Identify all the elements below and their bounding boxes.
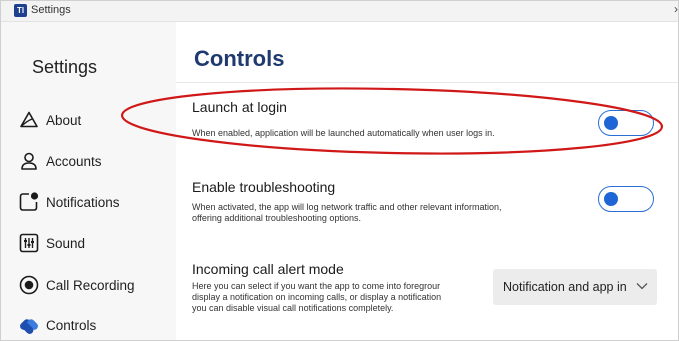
sidebar-item-label: Sound xyxy=(46,235,86,251)
controls-icon xyxy=(18,314,40,336)
setting-enable-troubleshooting-description: When activated, the app will log network… xyxy=(192,202,572,224)
title-bar: Tl Settings › xyxy=(1,1,678,22)
sidebar-item-label: Notifications xyxy=(46,194,120,210)
sidebar-item-label: Controls xyxy=(46,317,97,333)
warning-triangle-icon xyxy=(18,109,40,131)
window-control-chevron-icon[interactable]: › xyxy=(674,2,678,16)
settings-window: Tl Settings › Settings About Accounts No… xyxy=(0,0,679,341)
app-logo-icon: Tl xyxy=(14,4,27,17)
sidebar-item-call-recording[interactable]: Call Recording xyxy=(18,271,168,299)
description-line: When activated, the app will log network… xyxy=(192,202,502,212)
incoming-call-alert-mode-dropdown[interactable]: Notification and app int xyxy=(493,269,657,305)
app-logo-glyph: Tl xyxy=(16,5,25,15)
sidebar-item-notifications[interactable]: Notifications xyxy=(18,188,168,216)
sidebar-item-controls[interactable]: Controls xyxy=(18,311,168,339)
sidebar-title: Settings xyxy=(32,57,98,77)
page-title: Controls xyxy=(194,46,285,71)
description-line: offering additional troubleshooting opti… xyxy=(192,213,361,223)
equalizer-icon xyxy=(18,232,40,254)
setting-incoming-call-alert-mode-label: Incoming call alert mode xyxy=(192,261,344,277)
setting-incoming-call-alert-mode-description: Here you can select if you want the app … xyxy=(192,281,487,314)
toggle-knob xyxy=(604,192,618,206)
sidebar-item-about[interactable]: About xyxy=(18,106,168,134)
sidebar-item-label: Accounts xyxy=(46,153,102,169)
sidebar: Settings About Accounts Notifications So… xyxy=(1,22,176,340)
person-icon xyxy=(18,150,40,172)
dropdown-selected-value: Notification and app int xyxy=(503,280,627,294)
description-line: you can disable visual call notification… xyxy=(192,303,394,313)
description-line: display a notification on incoming calls… xyxy=(192,292,442,302)
sidebar-item-label: Call Recording xyxy=(46,277,135,293)
enable-troubleshooting-toggle[interactable] xyxy=(598,186,654,212)
main-panel: Controls Launch at login When enabled, a… xyxy=(176,22,678,340)
description-line: Here you can select if you want the app … xyxy=(192,281,441,291)
sidebar-item-label: About xyxy=(46,112,82,128)
sidebar-item-accounts[interactable]: Accounts xyxy=(18,147,168,175)
toggle-knob xyxy=(604,116,618,130)
setting-enable-troubleshooting-label: Enable troubleshooting xyxy=(192,179,336,195)
setting-launch-at-login-label: Launch at login xyxy=(192,99,287,115)
setting-launch-at-login-description: When enabled, application will be launch… xyxy=(192,128,512,139)
sidebar-item-sound[interactable]: Sound xyxy=(18,229,168,257)
notification-badge-icon xyxy=(18,191,40,213)
description-line: When enabled, application will be launch… xyxy=(192,128,495,138)
chevron-down-icon xyxy=(635,279,649,298)
window-title: Settings xyxy=(31,4,71,16)
launch-at-login-toggle[interactable] xyxy=(598,110,654,136)
record-icon xyxy=(18,274,40,296)
title-divider xyxy=(176,82,678,83)
